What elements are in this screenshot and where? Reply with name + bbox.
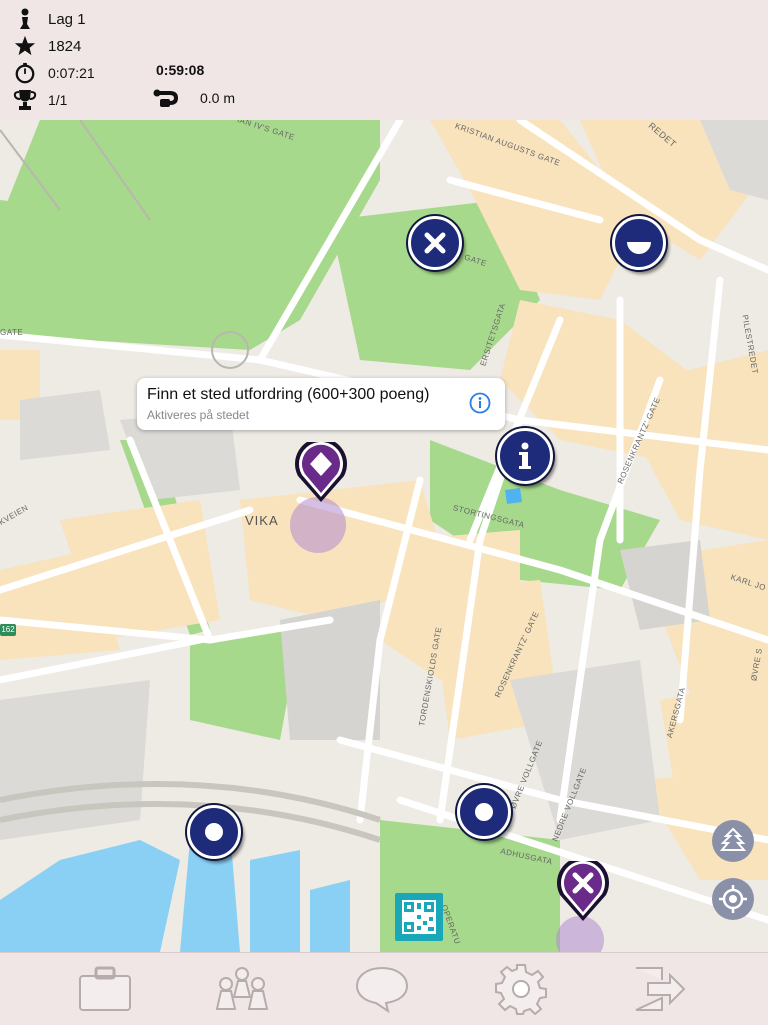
area-label: VIKA [245, 513, 279, 528]
team-icon[interactable] [212, 961, 272, 1017]
stopwatch-icon [12, 62, 38, 84]
road-badge: 162 [0, 624, 16, 636]
popup-title: Finn et sted utfordring (600+300 poeng) [147, 386, 430, 403]
info-challenge-icon[interactable] [497, 428, 553, 484]
logout-icon[interactable] [630, 961, 690, 1017]
team-row: Lag 1 [12, 8, 86, 30]
dot-challenge-icon[interactable] [457, 785, 511, 839]
diamond-location-pin[interactable] [292, 442, 350, 504]
chat-icon[interactable] [352, 961, 412, 1017]
distance-row: 0.0 m [152, 89, 235, 107]
bottom-toolbar [0, 952, 768, 1025]
street-label: GATE [0, 328, 24, 337]
cross-challenge-icon[interactable] [408, 216, 462, 270]
progress-value: 1/1 [48, 92, 68, 108]
score-value: 1824 [48, 37, 82, 55]
map-layers-icon[interactable] [712, 820, 754, 862]
team-name: Lag 1 [48, 10, 86, 28]
settings-icon[interactable] [491, 961, 551, 1017]
half-moon-challenge-icon[interactable] [612, 216, 666, 270]
challenge-popup[interactable]: Finn et sted utfordring (600+300 poeng) … [137, 378, 505, 430]
info-circle-icon[interactable] [469, 392, 491, 419]
route-icon [152, 89, 178, 107]
trophy-icon [12, 89, 38, 111]
progress-row: 1/1 [12, 89, 67, 111]
briefcase-icon[interactable] [75, 961, 135, 1017]
popup-subtitle: Aktiveres på stedet [147, 408, 250, 422]
remaining-row: 0:59:08 [156, 62, 204, 78]
time-row: 0:07:21 [12, 62, 95, 84]
locate-me-icon[interactable] [712, 878, 754, 920]
star-icon [12, 35, 38, 57]
cross-location-pin[interactable] [554, 861, 612, 923]
qr-code-icon[interactable] [395, 893, 443, 941]
map-view[interactable]: VIKA KRISTIAN AUGUSTS GATE IAN IV'S GATE… [0, 120, 768, 952]
score-row: 1824 [12, 35, 81, 57]
person-icon [12, 8, 38, 30]
distance-value: 0.0 m [200, 90, 236, 106]
elapsed-time: 0:07:21 [48, 65, 95, 81]
remaining-time: 0:59:08 [156, 62, 205, 78]
dot-challenge-icon[interactable] [187, 805, 241, 859]
status-header: Lag 1 1824 0:07:21 0:59:08 1/1 0.0 m [0, 0, 768, 120]
